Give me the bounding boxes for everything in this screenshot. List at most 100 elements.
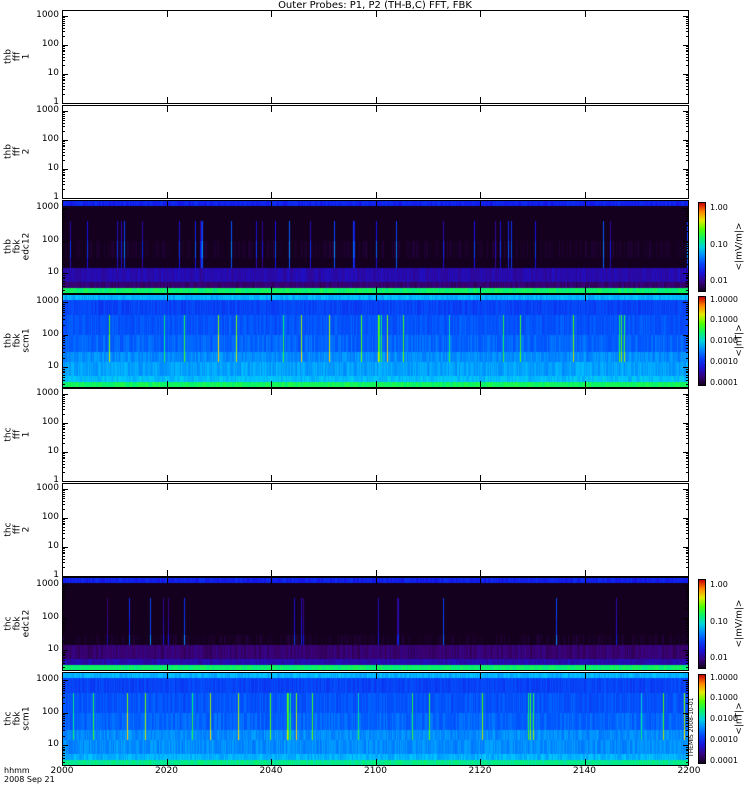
y-minor-tick bbox=[62, 529, 65, 531]
y-minor-tick bbox=[686, 463, 689, 465]
y-minor-tick bbox=[686, 148, 689, 150]
y-minor-tick bbox=[686, 548, 689, 550]
y-minor-tick bbox=[686, 558, 689, 560]
y-minor-tick bbox=[686, 131, 689, 133]
x-tick-mark bbox=[166, 475, 168, 481]
y-minor-tick bbox=[686, 24, 689, 26]
y-minor-tick bbox=[62, 755, 65, 757]
y-minor-tick bbox=[62, 276, 65, 278]
y-minor-tick bbox=[686, 307, 689, 309]
y-minor-tick bbox=[62, 621, 65, 623]
panel-thb-fbk-scm1 bbox=[62, 294, 689, 388]
y-minor-tick bbox=[686, 278, 689, 280]
y-minor-tick bbox=[62, 714, 65, 716]
y-minor-tick bbox=[686, 184, 689, 186]
y-minor-tick bbox=[62, 175, 65, 177]
y-minor-tick bbox=[686, 538, 689, 540]
x-tick-mark bbox=[480, 484, 481, 490]
y-minor-tick bbox=[62, 693, 65, 695]
y-tick-label: 10 bbox=[47, 361, 59, 372]
y-minor-tick bbox=[686, 458, 689, 460]
y-minor-tick bbox=[686, 703, 689, 705]
y-axis-label: thc fbk edc12 bbox=[4, 594, 32, 654]
y-minor-tick bbox=[62, 398, 65, 400]
y-minor-tick bbox=[686, 126, 689, 128]
y-minor-tick bbox=[686, 735, 689, 737]
x-tick-mark bbox=[271, 97, 272, 103]
colorbar-tick-label: 0.1000 bbox=[710, 693, 738, 703]
x-tick-label: 2020 bbox=[155, 766, 178, 776]
colorbar-label: <|nT|> bbox=[734, 324, 745, 357]
y-minor-tick bbox=[686, 22, 689, 24]
y-tick-label: 100 bbox=[41, 234, 59, 245]
y-axis-label: thb fff 1 bbox=[4, 27, 32, 87]
y-minor-tick bbox=[62, 263, 65, 265]
y-minor-tick bbox=[62, 31, 65, 33]
y-minor-tick bbox=[686, 53, 689, 55]
y-tick-mark bbox=[62, 481, 68, 482]
spectrogram-figure: Outer Probes: P1, P2 (TH-B,C) FFT, FBK h… bbox=[0, 0, 750, 800]
y-minor-tick bbox=[686, 720, 689, 722]
y-minor-tick bbox=[62, 112, 65, 114]
y-minor-tick bbox=[62, 177, 65, 179]
y-minor-tick bbox=[62, 309, 65, 311]
x-tick-mark bbox=[375, 97, 377, 103]
y-minor-tick bbox=[62, 472, 65, 474]
y-minor-tick bbox=[62, 519, 65, 521]
y-minor-tick bbox=[62, 538, 65, 540]
y-minor-tick bbox=[62, 336, 65, 338]
y-minor-tick bbox=[686, 78, 689, 80]
x-tick-mark bbox=[375, 106, 377, 112]
y-tick-mark bbox=[683, 198, 689, 199]
y-minor-tick bbox=[62, 211, 65, 213]
y-minor-tick bbox=[62, 562, 65, 564]
y-minor-tick bbox=[686, 336, 689, 338]
y-minor-tick bbox=[62, 504, 65, 506]
x-tick-mark bbox=[271, 287, 272, 293]
y-minor-tick bbox=[62, 491, 65, 493]
y-axis-label-line: 1 bbox=[21, 53, 32, 60]
y-minor-tick bbox=[686, 425, 689, 427]
y-minor-tick bbox=[62, 493, 65, 495]
y-minor-tick bbox=[62, 395, 65, 397]
y-minor-tick bbox=[62, 396, 65, 398]
colorbar-tick-label: 1.0000 bbox=[710, 294, 738, 304]
y-minor-tick bbox=[62, 357, 65, 359]
y-minor-tick bbox=[686, 438, 689, 440]
y-minor-tick bbox=[62, 725, 65, 727]
x-tick-mark bbox=[688, 578, 689, 584]
y-minor-tick bbox=[62, 427, 65, 429]
y-minor-tick bbox=[62, 414, 65, 416]
panel-thc-fbk-edc12 bbox=[62, 577, 689, 671]
y-minor-tick bbox=[62, 17, 65, 19]
colorbar-label: <|mV/m|> bbox=[734, 599, 745, 648]
y-minor-tick bbox=[686, 250, 689, 252]
y-minor-tick bbox=[686, 640, 689, 642]
colorbar-tick-label: 0.0010 bbox=[710, 357, 738, 366]
y-minor-tick bbox=[686, 75, 689, 77]
y-minor-tick bbox=[686, 209, 689, 211]
x-tick-mark bbox=[688, 11, 689, 17]
y-minor-tick bbox=[62, 312, 65, 314]
y-minor-tick bbox=[62, 627, 65, 629]
y-minor-tick bbox=[62, 18, 65, 20]
y-minor-tick bbox=[686, 177, 689, 179]
y-minor-tick bbox=[686, 526, 689, 528]
y-minor-tick bbox=[686, 533, 689, 535]
y-minor-tick bbox=[686, 231, 689, 233]
x-tick-mark bbox=[480, 201, 481, 207]
y-minor-tick bbox=[686, 725, 689, 727]
y-minor-tick bbox=[62, 405, 65, 407]
y-minor-tick bbox=[686, 325, 689, 327]
y-minor-tick bbox=[62, 720, 65, 722]
x-tick-mark bbox=[584, 11, 586, 17]
x-tick-mark bbox=[480, 570, 481, 576]
y-tick-label: 10 bbox=[47, 446, 59, 457]
colorbar-tick-label: 0.10 bbox=[710, 616, 728, 626]
y-minor-tick bbox=[686, 370, 689, 372]
y-minor-tick bbox=[62, 131, 65, 133]
y-minor-tick bbox=[686, 429, 689, 431]
y-minor-tick bbox=[686, 374, 689, 376]
x-tick-mark bbox=[584, 381, 586, 387]
y-axis-label: thb fbk scm1 bbox=[4, 311, 32, 371]
